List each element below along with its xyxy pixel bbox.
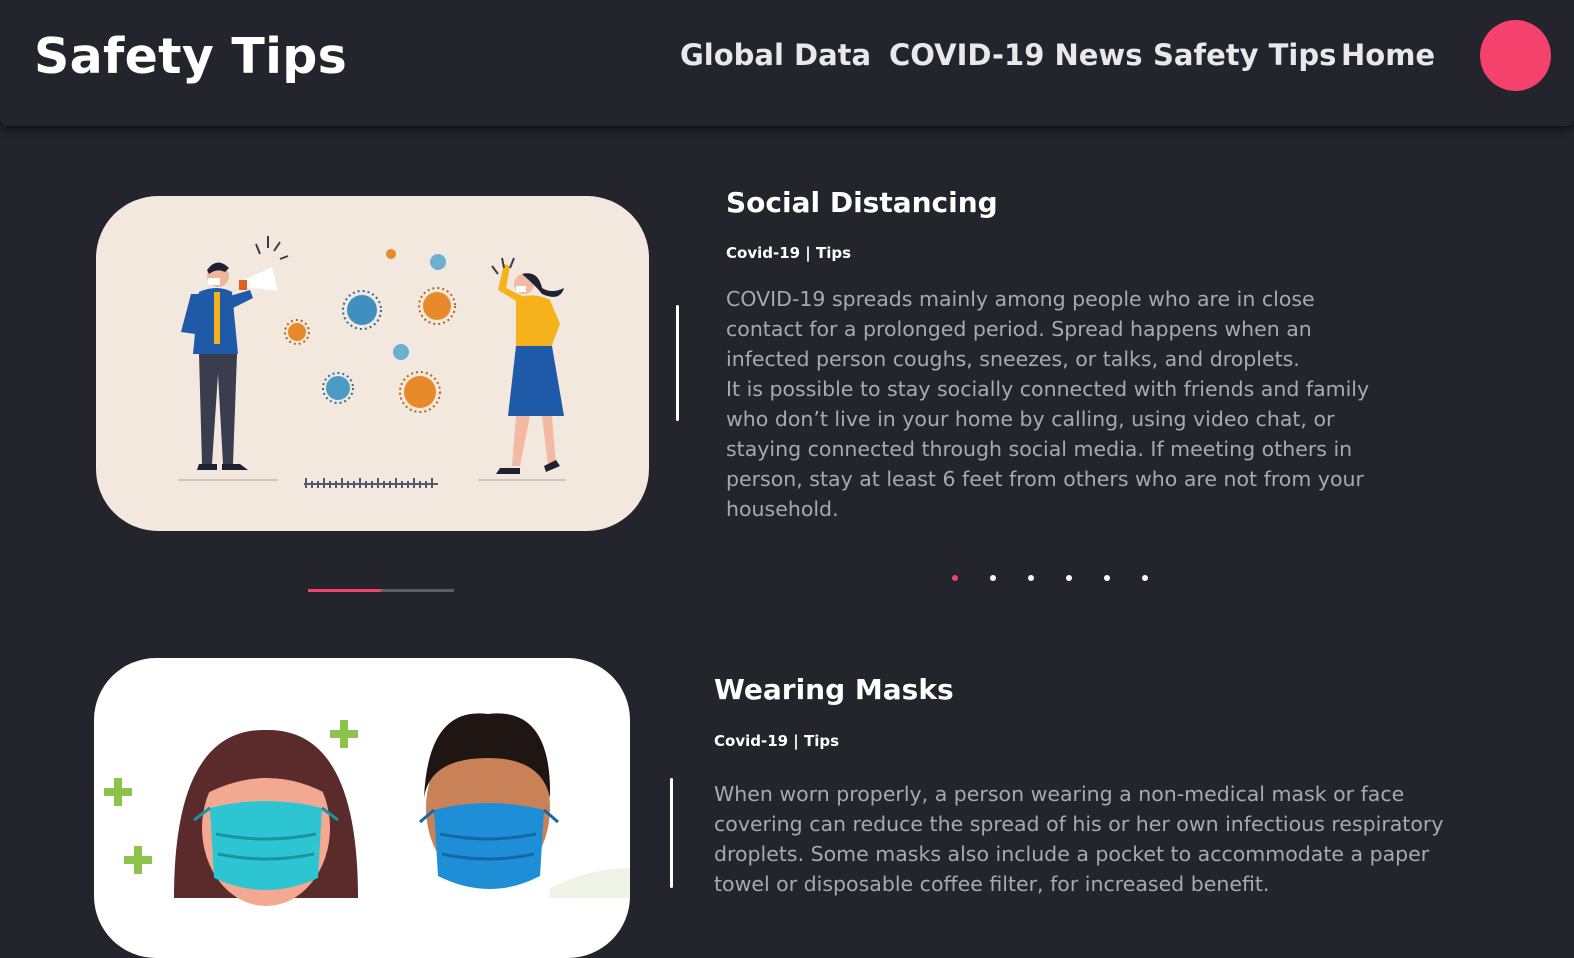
tip-body-line: infected person coughs, sneezes, or talk… [726,347,1300,371]
carousel-dot[interactable] [952,575,958,581]
page-title: Safety Tips [34,28,348,85]
tip-category: Covid-19 | Tips [714,732,840,750]
social-distancing-art [178,236,566,488]
tip-body-line: staying connected through social media. … [726,437,1353,461]
wearing-masks-illustration [94,658,630,958]
tip-body-line: When worn properly, a person wearing a n… [714,782,1405,806]
tip-body-line: towel or disposable coffee filter, for i… [714,872,1270,896]
nav-link-home[interactable]: Home [1341,38,1435,72]
tip-body-line: covering can reduce the spread of his or… [714,812,1444,836]
tip-body-line: household. [726,497,839,521]
tip-body-line: who don’t live in your home by calling, … [726,407,1335,431]
nav-link-global-data[interactable]: Global Data [680,38,871,72]
vertical-divider [670,778,673,888]
tip-body: COVID-19 spreads mainly among people who… [726,284,1426,524]
top-navbar: Safety Tips Global Data COVID-19 News Sa… [0,0,1574,126]
tip-body-line: contact for a prolonged period. Spread h… [726,317,1312,341]
carousel-dot[interactable] [1142,575,1148,581]
tip-category: Covid-19 | Tips [726,244,852,262]
carousel-dot[interactable] [1066,575,1072,581]
vertical-divider [676,305,679,421]
nav-link-covid-news[interactable]: COVID-19 News [889,38,1142,72]
tip-title-social-distancing: Social Distancing [726,186,998,219]
tip-body-line: It is possible to stay socially connecte… [726,377,1370,401]
carousel-pagination [952,575,1148,581]
avatar[interactable] [1480,20,1551,91]
tip-body-line: droplets. Some masks also include a pock… [714,842,1430,866]
carousel-dot[interactable] [1028,575,1034,581]
carousel-dot[interactable] [990,575,996,581]
tip-body-line: COVID-19 spreads mainly among people who… [726,287,1315,311]
tip-title-wearing-masks: Wearing Masks [714,673,954,706]
social-distancing-illustration [96,196,649,531]
wearing-masks-art [104,713,630,906]
carousel-progress-bar[interactable] [308,589,454,592]
nav-link-safety-tips[interactable]: Safety Tips [1153,38,1336,72]
tip-body-line: person, stay at least 6 feet from others… [726,467,1364,491]
carousel-progress-fill [308,589,381,592]
tip-body: When worn properly, a person wearing a n… [714,779,1494,899]
carousel-dot[interactable] [1104,575,1110,581]
